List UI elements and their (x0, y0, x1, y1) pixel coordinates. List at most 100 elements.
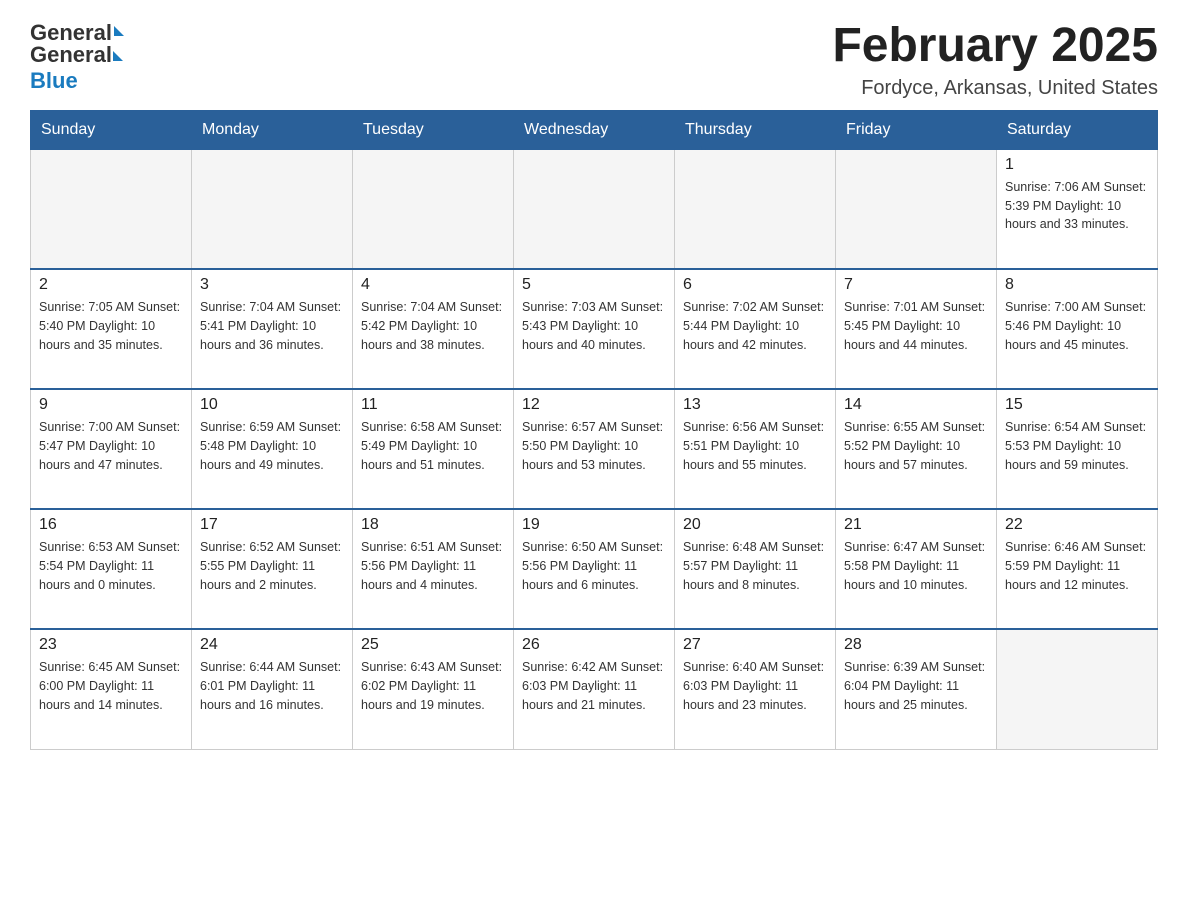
calendar-cell-w1-d0: 2 Sunrise: 7:05 AM Sunset: 5:40 PM Daylig… (31, 269, 192, 389)
month-title: February 2025 (832, 20, 1158, 73)
day-number: 27 (683, 636, 827, 654)
title-area: February 2025 Fordyce, Arkansas, United … (832, 20, 1158, 100)
day-number: 28 (844, 636, 988, 654)
calendar-cell-w3-d2: 18 Sunrise: 6:51 AM Sunset: 5:56 PM Dayli… (353, 509, 514, 629)
day-number: 21 (844, 516, 988, 534)
day-info: Sunrise: 7:04 AM Sunset: 5:41 PM Dayligh… (200, 298, 344, 354)
day-info: Sunrise: 6:44 AM Sunset: 6:01 PM Dayligh… (200, 658, 344, 714)
day-info: Sunrise: 6:51 AM Sunset: 5:56 PM Dayligh… (361, 538, 505, 594)
day-number: 3 (200, 276, 344, 294)
calendar-cell-w1-d1: 3 Sunrise: 7:04 AM Sunset: 5:41 PM Daylig… (192, 269, 353, 389)
day-number: 20 (683, 516, 827, 534)
calendar-cell-w0-d6: 1Sunrise: 7:06 AM Sunset: 5:39 PM Daylig… (997, 149, 1158, 269)
calendar-cell-w4-d3: 26 Sunrise: 6:42 AM Sunset: 6:03 PM Dayli… (514, 629, 675, 749)
day-number: 10 (200, 396, 344, 414)
day-number: 2 (39, 276, 183, 294)
header-wednesday: Wednesday (514, 110, 675, 149)
day-info: Sunrise: 7:00 AM Sunset: 5:47 PM Dayligh… (39, 418, 183, 474)
logo-general-label: General (30, 42, 112, 67)
day-number: 22 (1005, 516, 1149, 534)
day-info: Sunrise: 6:48 AM Sunset: 5:57 PM Dayligh… (683, 538, 827, 594)
day-number: 4 (361, 276, 505, 294)
calendar-cell-w2-d3: 12 Sunrise: 6:57 AM Sunset: 5:50 PM Dayli… (514, 389, 675, 509)
day-info: Sunrise: 7:02 AM Sunset: 5:44 PM Dayligh… (683, 298, 827, 354)
calendar-cell-w2-d2: 11Sunrise: 6:58 AM Sunset: 5:49 PM Dayli… (353, 389, 514, 509)
logo-triangle-icon (114, 26, 124, 36)
day-number: 11 (361, 396, 505, 414)
logo-area: General General Blue (30, 20, 124, 94)
calendar-cell-w3-d3: 19 Sunrise: 6:50 AM Sunset: 5:56 PM Dayli… (514, 509, 675, 629)
day-info: Sunrise: 7:03 AM Sunset: 5:43 PM Dayligh… (522, 298, 666, 354)
day-number: 7 (844, 276, 988, 294)
calendar-cell-w1-d4: 6 Sunrise: 7:02 AM Sunset: 5:44 PM Daylig… (675, 269, 836, 389)
day-number: 17 (200, 516, 344, 534)
week-row-4: 23 Sunrise: 6:45 AM Sunset: 6:00 PM Dayli… (31, 629, 1158, 749)
calendar-cell-w3-d6: 22 Sunrise: 6:46 AM Sunset: 5:59 PM Dayli… (997, 509, 1158, 629)
page-header: General General Blue February 2025 Fordy… (30, 20, 1158, 100)
day-number: 12 (522, 396, 666, 414)
calendar-cell-w2-d5: 14 Sunrise: 6:55 AM Sunset: 5:52 PM Dayli… (836, 389, 997, 509)
day-info: Sunrise: 7:04 AM Sunset: 5:42 PM Dayligh… (361, 298, 505, 354)
calendar-cell-w1-d2: 4 Sunrise: 7:04 AM Sunset: 5:42 PM Daylig… (353, 269, 514, 389)
header-tuesday: Tuesday (353, 110, 514, 149)
day-info: Sunrise: 6:54 AM Sunset: 5:53 PM Dayligh… (1005, 418, 1149, 474)
day-number: 16 (39, 516, 183, 534)
day-number: 6 (683, 276, 827, 294)
day-number: 25 (361, 636, 505, 654)
header-thursday: Thursday (675, 110, 836, 149)
calendar-cell-w0-d3 (514, 149, 675, 269)
day-info: Sunrise: 6:59 AM Sunset: 5:48 PM Dayligh… (200, 418, 344, 474)
calendar-cell-w3-d1: 17 Sunrise: 6:52 AM Sunset: 5:55 PM Dayli… (192, 509, 353, 629)
day-number: 24 (200, 636, 344, 654)
day-info: Sunrise: 6:46 AM Sunset: 5:59 PM Dayligh… (1005, 538, 1149, 594)
day-number: 18 (361, 516, 505, 534)
header-saturday: Saturday (997, 110, 1158, 149)
day-info: Sunrise: 6:39 AM Sunset: 6:04 PM Dayligh… (844, 658, 988, 714)
calendar-cell-w0-d1 (192, 149, 353, 269)
calendar-cell-w3-d0: 16 Sunrise: 6:53 AM Sunset: 5:54 PM Dayli… (31, 509, 192, 629)
day-info: Sunrise: 7:05 AM Sunset: 5:40 PM Dayligh… (39, 298, 183, 354)
day-info: Sunrise: 7:00 AM Sunset: 5:46 PM Dayligh… (1005, 298, 1149, 354)
day-info: Sunrise: 6:55 AM Sunset: 5:52 PM Dayligh… (844, 418, 988, 474)
day-info: Sunrise: 6:50 AM Sunset: 5:56 PM Dayligh… (522, 538, 666, 594)
calendar-cell-w2-d6: 15 Sunrise: 6:54 AM Sunset: 5:53 PM Dayli… (997, 389, 1158, 509)
day-number: 9 (39, 396, 183, 414)
calendar-cell-w0-d5 (836, 149, 997, 269)
calendar-cell-w1-d5: 7 Sunrise: 7:01 AM Sunset: 5:45 PM Daylig… (836, 269, 997, 389)
day-info: Sunrise: 6:52 AM Sunset: 5:55 PM Dayligh… (200, 538, 344, 594)
calendar-cell-w0-d0 (31, 149, 192, 269)
location-text: Fordyce, Arkansas, United States (832, 77, 1158, 100)
logo-blue-label: Blue (30, 68, 78, 93)
day-info: Sunrise: 6:45 AM Sunset: 6:00 PM Dayligh… (39, 658, 183, 714)
day-number: 8 (1005, 276, 1149, 294)
day-number: 14 (844, 396, 988, 414)
calendar-cell-w1-d3: 5 Sunrise: 7:03 AM Sunset: 5:43 PM Daylig… (514, 269, 675, 389)
week-row-2: 9 Sunrise: 7:00 AM Sunset: 5:47 PM Daylig… (31, 389, 1158, 509)
calendar-cell-w4-d0: 23 Sunrise: 6:45 AM Sunset: 6:00 PM Dayli… (31, 629, 192, 749)
day-info: Sunrise: 7:01 AM Sunset: 5:45 PM Dayligh… (844, 298, 988, 354)
day-number: 15 (1005, 396, 1149, 414)
header-sunday: Sunday (31, 110, 192, 149)
calendar-cell-w4-d4: 27Sunrise: 6:40 AM Sunset: 6:03 PM Dayli… (675, 629, 836, 749)
day-number: 19 (522, 516, 666, 534)
day-number: 23 (39, 636, 183, 654)
header-monday: Monday (192, 110, 353, 149)
calendar-cell-w1-d6: 8 Sunrise: 7:00 AM Sunset: 5:46 PM Daylig… (997, 269, 1158, 389)
calendar-cell-w4-d1: 24 Sunrise: 6:44 AM Sunset: 6:01 PM Dayli… (192, 629, 353, 749)
week-row-0: 1Sunrise: 7:06 AM Sunset: 5:39 PM Daylig… (31, 149, 1158, 269)
header-friday: Friday (836, 110, 997, 149)
weekday-header-row: Sunday Monday Tuesday Wednesday Thursday… (31, 110, 1158, 149)
week-row-3: 16 Sunrise: 6:53 AM Sunset: 5:54 PM Dayli… (31, 509, 1158, 629)
day-number: 5 (522, 276, 666, 294)
calendar-cell-w4-d2: 25 Sunrise: 6:43 AM Sunset: 6:02 PM Dayli… (353, 629, 514, 749)
day-number: 26 (522, 636, 666, 654)
day-info: Sunrise: 6:57 AM Sunset: 5:50 PM Dayligh… (522, 418, 666, 474)
day-info: Sunrise: 6:42 AM Sunset: 6:03 PM Dayligh… (522, 658, 666, 714)
day-info: Sunrise: 6:56 AM Sunset: 5:51 PM Dayligh… (683, 418, 827, 474)
day-number: 13 (683, 396, 827, 414)
day-info: Sunrise: 6:53 AM Sunset: 5:54 PM Dayligh… (39, 538, 183, 594)
calendar-cell-w3-d5: 21Sunrise: 6:47 AM Sunset: 5:58 PM Dayli… (836, 509, 997, 629)
calendar-cell-w4-d5: 28 Sunrise: 6:39 AM Sunset: 6:04 PM Dayli… (836, 629, 997, 749)
day-number: 1 (1005, 156, 1149, 174)
day-info: Sunrise: 6:43 AM Sunset: 6:02 PM Dayligh… (361, 658, 505, 714)
